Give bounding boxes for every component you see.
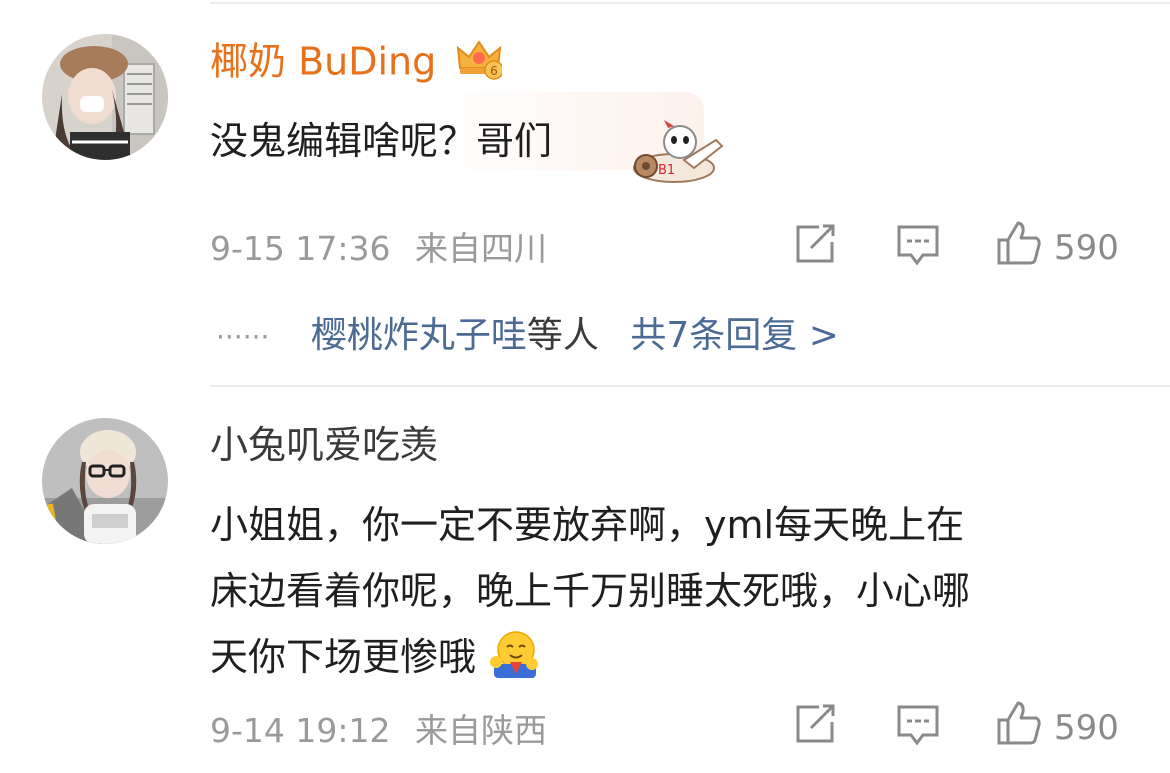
like-button[interactable]: 590 [996, 700, 1119, 755]
replies-user[interactable]: 樱桃炸丸子哇 [311, 315, 527, 356]
comment-icon [896, 704, 940, 755]
share-icon [795, 704, 837, 753]
avatar[interactable] [42, 34, 168, 160]
meta-info: 9-14 19:12 来自陕西 [210, 704, 547, 752]
meta-info: 9-15 17:36 来自四川 [210, 222, 547, 270]
comment-text: 没鬼编辑啥呢？哥们 [210, 119, 553, 163]
comment-divider [210, 385, 1170, 387]
svg-text:B1: B1 [658, 163, 675, 178]
share-button[interactable] [795, 224, 837, 273]
timestamp: 9-15 17:36 [210, 229, 391, 268]
comment-icon [896, 224, 940, 275]
timestamp: 9-14 19:12 [210, 711, 391, 750]
location: 来自四川 [415, 229, 547, 268]
location: 来自陕西 [415, 711, 547, 750]
like-count: 590 [1054, 227, 1119, 268]
comment-item: 小兔叽爱吃羡 小姐姐，你一定不要放弃啊，yml每天晚上在 床边看着你呢，晚上千万… [0, 388, 1170, 773]
replies-dots: ······ [216, 320, 270, 354]
like-icon [996, 220, 1042, 275]
comment-item: 椰奶 BuDing 6 没鬼编辑啥呢？哥们 B1 9-15 17:36 来自四川… [0, 0, 1170, 388]
comment-text-line-1: 小姐姐，你一定不要放弃啊，yml每天晚上在 [210, 503, 965, 547]
like-icon [996, 700, 1042, 755]
like-button[interactable]: 590 [996, 220, 1119, 275]
sticker-airplane-icon: B1 [624, 120, 728, 196]
replies-count[interactable]: 共7条回复 > [630, 315, 839, 356]
like-count: 590 [1054, 707, 1119, 748]
replies-etc: 等人 [526, 315, 599, 356]
avatar[interactable] [42, 418, 168, 544]
comment-button[interactable] [896, 224, 940, 275]
share-button[interactable] [795, 704, 837, 753]
share-icon [795, 224, 837, 273]
username[interactable]: 小兔叽爱吃羡 [210, 422, 438, 468]
comment-text-line-3: 天你下场更惨哦 [210, 626, 540, 689]
svg-text:6: 6 [491, 64, 499, 78]
replies-link[interactable]: ······ 樱桃炸丸子哇等人 共7条回复 > [216, 306, 839, 358]
hug-emoji-icon [488, 630, 540, 689]
comment-button[interactable] [896, 704, 940, 755]
crown-badge-icon: 6 [456, 38, 505, 90]
username[interactable]: 椰奶 BuDing 6 [210, 38, 505, 90]
comment-text-line-2: 床边看着你呢，晚上千万别睡太死哦，小心哪 [210, 569, 971, 613]
